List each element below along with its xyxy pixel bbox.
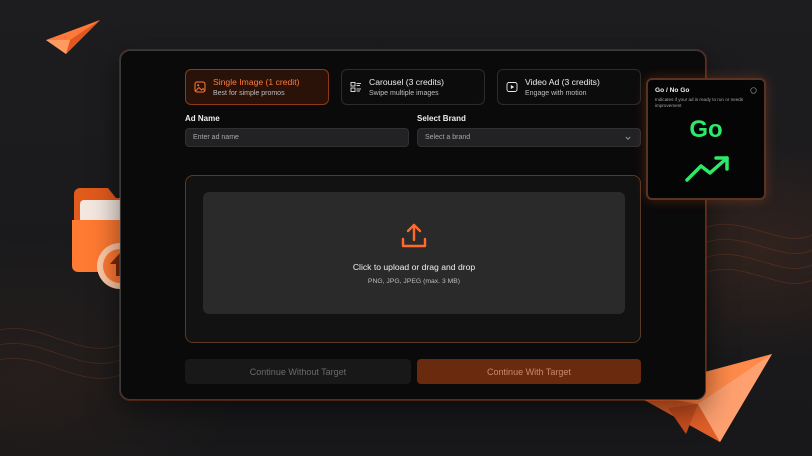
go-no-go-card: Go / No Go Indicates if your ad is ready… (646, 78, 766, 200)
tab-label: Single Image (1 credit) (213, 77, 300, 87)
video-icon (506, 82, 518, 92)
go-no-go-description: Indicates if your ad is ready to run or … (655, 97, 744, 108)
tab-subtitle: Best for simple promos (213, 90, 285, 97)
tab-carousel[interactable]: Carousel (3 credits) Swipe multiple imag… (341, 69, 485, 105)
select-brand-label: Select Brand (417, 114, 466, 123)
upload-section: Click to upload or drag and drop PNG, JP… (185, 175, 641, 343)
brand-select-placeholder: Select a brand (425, 134, 471, 141)
continue-without-target-button[interactable]: Continue Without Target (185, 359, 411, 384)
info-icon (750, 87, 757, 94)
tab-label: Video Ad (3 credits) (525, 77, 600, 87)
image-icon (194, 81, 206, 93)
tab-single-image[interactable]: Single Image (1 credit) Best for simple … (185, 69, 329, 105)
ad-name-input[interactable]: Enter ad name (185, 128, 409, 147)
paper-plane-icon (46, 20, 100, 54)
trend-up-icon (685, 156, 729, 182)
upload-title: Click to upload or drag and drop (352, 262, 476, 272)
upload-formats: PNG, JPG, JPEG (max. 3 MB) (367, 278, 461, 285)
ad-name-placeholder: Enter ad name (193, 134, 239, 141)
go-no-go-title: Go / No Go (655, 87, 690, 94)
upload-icon (401, 223, 427, 248)
tab-label: Carousel (3 credits) (369, 77, 444, 87)
tab-video-ad[interactable]: Video Ad (3 credits) Engage with motion (497, 69, 641, 105)
ad-name-label: Ad Name (185, 114, 220, 123)
ad-creator-panel: Single Image (1 credit) Best for simple … (120, 50, 706, 400)
chevron-down-icon (625, 136, 631, 140)
carousel-icon (350, 82, 361, 92)
tab-subtitle: Engage with motion (525, 90, 587, 97)
upload-dropzone[interactable]: Click to upload or drag and drop PNG, JP… (203, 192, 625, 314)
tab-subtitle: Swipe multiple images (369, 90, 439, 97)
go-no-go-verdict: Go (689, 116, 723, 143)
continue-with-target-button[interactable]: Continue With Target (417, 359, 641, 384)
brand-select[interactable]: Select a brand (417, 128, 641, 147)
